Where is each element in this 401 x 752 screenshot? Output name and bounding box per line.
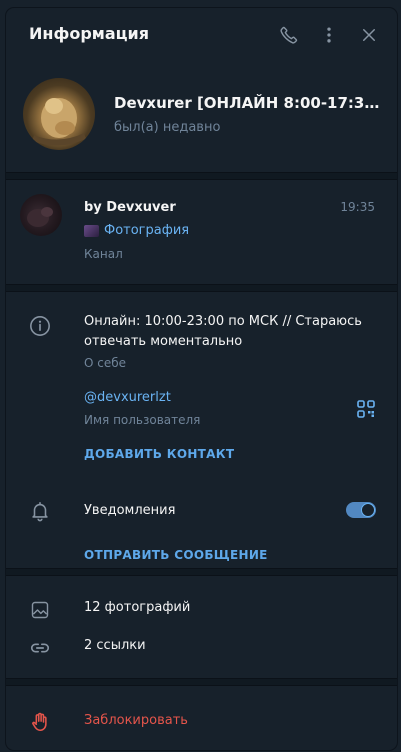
channel-last-message: Фотография: [84, 223, 189, 238]
photo-thumbnail: [84, 224, 99, 237]
panel-title: Информация: [29, 24, 149, 43]
section-divider: [6, 284, 397, 292]
links-count[interactable]: 2 ссылки: [84, 638, 146, 653]
phone-icon[interactable]: [277, 23, 301, 47]
username-label: Имя пользователя: [84, 413, 201, 427]
channel-type: Канал: [84, 247, 123, 261]
profile-section: Devxurer [ОНЛАЙН 8:00-17:30 п... был(а) …: [6, 64, 397, 172]
block-user-button[interactable]: Заблокировать: [84, 713, 188, 728]
shared-media-section: 12 фотографий 2 ссылки: [6, 576, 397, 678]
add-contact-button[interactable]: ДОБАВИТЬ КОНТАКТ: [84, 447, 234, 461]
info-icon: [28, 314, 52, 338]
more-vertical-icon[interactable]: [317, 23, 341, 47]
bio-text: Онлайн: 10:00-23:00 по МСК // Стараюсь о…: [84, 314, 362, 349]
send-message-button[interactable]: ОТПРАВИТЬ СООБЩЕНИЕ: [84, 548, 268, 562]
notifications-label: Уведомления: [84, 503, 176, 518]
channel-title: by Devxuver: [84, 200, 176, 215]
section-divider: [6, 172, 397, 180]
channel-item[interactable]: by Devxuver 19:35 Фотография Канал: [6, 180, 397, 284]
channel-attachment-label: Фотография: [104, 223, 190, 238]
notifications-toggle[interactable]: [346, 502, 376, 518]
panel-header: Информация: [6, 8, 397, 64]
channel-time: 19:35: [340, 200, 375, 214]
hand-block-icon: [28, 710, 52, 734]
actions-section: Заблокировать: [6, 686, 397, 750]
profile-name: Devxurer [ОНЛАЙН 8:00-17:30 п...: [114, 94, 384, 112]
bio-label: О себе: [84, 356, 127, 370]
info-section: Онлайн: 10:00-23:00 по МСК // Стараюсь о…: [6, 292, 397, 568]
user-info-panel: Информация Devxurer [ОНЛАЙН 8:00-17:30 п…: [6, 8, 397, 750]
username-value[interactable]: @devxurerlzt: [84, 390, 171, 405]
photo-icon: [28, 598, 52, 622]
profile-avatar[interactable]: [23, 78, 95, 150]
channel-avatar: [20, 194, 62, 236]
qr-code-icon[interactable]: [357, 400, 375, 418]
link-icon: [28, 636, 52, 660]
bell-icon: [28, 499, 52, 523]
profile-status: был(а) недавно: [114, 120, 221, 135]
photos-count[interactable]: 12 фотографий: [84, 600, 190, 615]
section-divider: [6, 678, 397, 686]
section-divider: [6, 568, 397, 576]
close-icon[interactable]: [357, 23, 381, 47]
toggle-knob: [361, 503, 375, 517]
